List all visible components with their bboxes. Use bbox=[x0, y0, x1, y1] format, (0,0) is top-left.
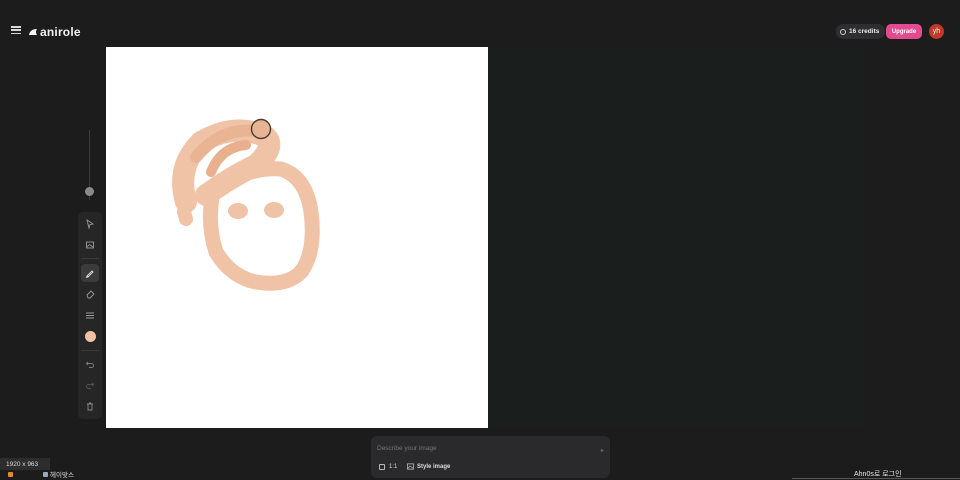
app-icon bbox=[43, 471, 48, 477]
aspect-ratio-label: 1:1 bbox=[389, 464, 398, 470]
upgrade-button[interactable]: Upgrade bbox=[886, 24, 922, 39]
brush-icon bbox=[85, 270, 94, 278]
redo-icon bbox=[86, 382, 95, 389]
redo-button[interactable] bbox=[81, 376, 99, 394]
brand-logo[interactable]: anirole bbox=[28, 25, 81, 39]
brand-name: anirole bbox=[40, 25, 81, 39]
undo-icon bbox=[85, 361, 94, 368]
select-tool[interactable] bbox=[81, 215, 99, 233]
eraser-icon bbox=[86, 290, 95, 299]
logo-mark-icon bbox=[29, 29, 37, 35]
top-bar: anirole 16 credits Upgrade yh bbox=[0, 0, 960, 44]
credits-coin-icon bbox=[840, 28, 846, 35]
style-image-icon bbox=[407, 463, 414, 470]
image-icon bbox=[86, 241, 94, 249]
result-panel bbox=[488, 47, 865, 428]
send-icon[interactable] bbox=[600, 448, 605, 453]
sketch-drawing bbox=[172, 118, 320, 291]
credits-label: 16 credits bbox=[849, 28, 880, 35]
brush-cursor bbox=[250, 118, 272, 140]
style-image-label: Style image bbox=[417, 463, 451, 470]
brush-size-slider-thumb[interactable] bbox=[85, 187, 94, 196]
brush-color-swatch bbox=[84, 330, 96, 342]
aspect-ratio-selector[interactable]: 1:1 bbox=[379, 464, 397, 470]
taskbar-app[interactable]: 헤이맞스 bbox=[43, 469, 74, 479]
undo-button[interactable] bbox=[81, 355, 99, 373]
tool-palette bbox=[78, 212, 102, 419]
taskbar-divider bbox=[792, 478, 960, 479]
square-ratio-icon bbox=[379, 464, 385, 470]
stroke-width-tool[interactable] bbox=[81, 306, 99, 324]
taskbar-left: 헤이맞스 bbox=[8, 469, 74, 479]
style-image-button[interactable]: Style image bbox=[407, 463, 450, 470]
prompt-panel: 1:1 Style image bbox=[371, 436, 610, 478]
trash-icon bbox=[87, 402, 93, 411]
hamburger-menu-icon[interactable] bbox=[11, 26, 21, 35]
toolbar-divider bbox=[81, 258, 99, 259]
taskbar-app-label: 헤이맞스 bbox=[50, 472, 74, 479]
taskbar-app-icon[interactable] bbox=[8, 471, 13, 477]
prompt-input[interactable] bbox=[377, 441, 591, 455]
cursor-arrow-icon bbox=[86, 219, 95, 229]
avatar[interactable]: yh bbox=[929, 24, 944, 39]
image-tool[interactable] bbox=[81, 236, 99, 254]
clear-button[interactable] bbox=[81, 397, 99, 415]
toolbar-divider bbox=[81, 350, 99, 351]
color-picker[interactable] bbox=[81, 327, 99, 345]
brush-tool[interactable] bbox=[81, 264, 99, 282]
drawing-canvas[interactable] bbox=[106, 47, 488, 428]
line-weight-icon bbox=[86, 312, 94, 319]
eraser-tool[interactable] bbox=[81, 285, 99, 303]
credits-badge[interactable]: 16 credits bbox=[836, 24, 886, 39]
